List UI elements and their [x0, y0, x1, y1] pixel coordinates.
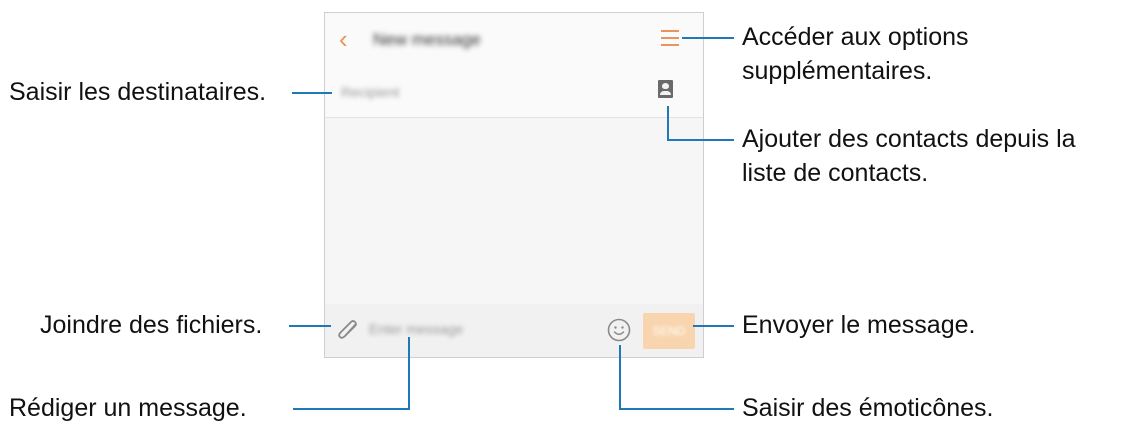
line-attach [289, 325, 331, 327]
chevron-left-icon[interactable]: ‹ [339, 26, 348, 52]
screen-title: New message [373, 30, 481, 49]
line-contacts-vertical [667, 106, 669, 140]
callout-add-contacts: Ajouter des contacts depuis la liste de … [742, 125, 1076, 187]
send-button-label: SEND [652, 324, 686, 338]
message-compose-screen: ‹ New message Recipient Enter message SE… [324, 12, 704, 358]
compose-bar: Enter message SEND [325, 304, 703, 357]
callout-attach: Joindre des fichiers. [40, 311, 263, 339]
paperclip-icon[interactable] [337, 319, 363, 343]
send-button[interactable]: SEND [643, 313, 695, 349]
line-menu [682, 37, 734, 39]
app-bar: ‹ New message [325, 13, 703, 68]
line-contacts [667, 139, 734, 141]
line-recipients [292, 92, 332, 94]
menu-icon[interactable] [661, 28, 679, 48]
contact-icon[interactable] [658, 80, 673, 98]
message-input[interactable]: Enter message [369, 321, 463, 337]
line-compose-vertical [408, 337, 410, 410]
emoji-icon[interactable] [606, 317, 632, 343]
callout-send: Envoyer le message. [742, 311, 976, 339]
callout-more-options: Accéder aux options supplémentaires. [742, 23, 969, 85]
recipient-row: Recipient [325, 67, 703, 118]
callout-compose: Rédiger un message. [9, 394, 247, 422]
line-send [693, 325, 734, 327]
line-emoji [619, 408, 734, 410]
line-compose [293, 408, 410, 410]
callout-emoticons: Saisir des émoticônes. [742, 394, 994, 422]
recipient-input[interactable]: Recipient [341, 84, 399, 100]
line-emoji-vertical [619, 345, 621, 410]
callout-recipients: Saisir les destinataires. [9, 78, 267, 106]
